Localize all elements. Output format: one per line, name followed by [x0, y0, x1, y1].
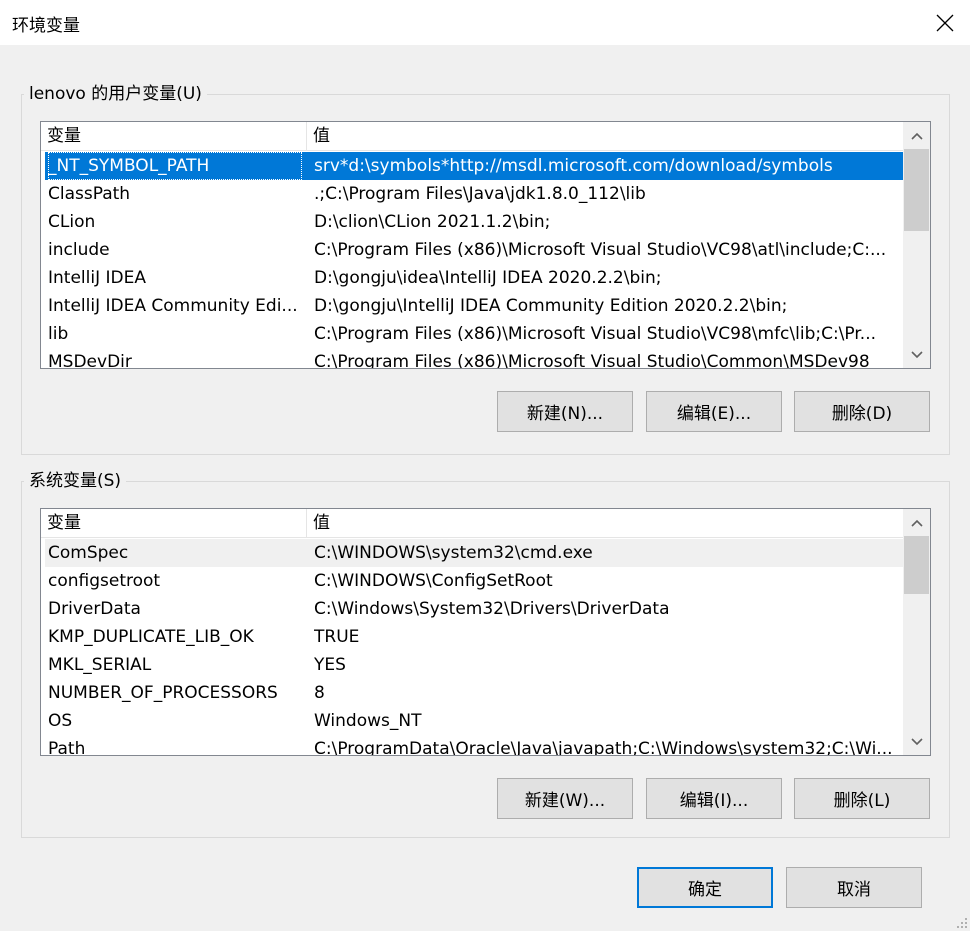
table-row[interactable]: CLion D:\clion\CLion 2021.1.2\bin;	[45, 208, 903, 236]
chevron-up-icon	[910, 519, 923, 527]
table-row[interactable]: DriverData C:\Windows\System32\Drivers\Dr…	[45, 595, 903, 623]
variable-value-cell: C:\Program Files (x86)\Microsoft Visual …	[314, 324, 877, 344]
variable-value-cell: C:\ProgramData\Oracle\Java\javapath;C:\W…	[314, 739, 893, 756]
variable-name-cell: configsetroot	[48, 571, 161, 591]
table-row[interactable]: include C:\Program Files (x86)\Microsoft …	[45, 236, 903, 264]
variable-value-cell: srv*d:\symbols*http://msdl.microsoft.com…	[314, 156, 833, 176]
close-icon	[936, 14, 954, 31]
chevron-down-icon	[910, 350, 923, 358]
table-row[interactable]: MSDevDir C:\Program Files (x86)\Microsoft…	[45, 348, 903, 369]
table-row[interactable]: IntelliJ IDEA Community Edi... D:\gongju\…	[45, 292, 903, 320]
variable-name-cell: OS	[48, 711, 73, 731]
system-delete-button[interactable]: 删除(L)	[794, 778, 930, 819]
user-edit-button[interactable]: 编辑(E)...	[646, 391, 782, 432]
variable-name-cell: lib	[48, 324, 69, 344]
user-delete-button[interactable]: 删除(D)	[794, 391, 930, 432]
variable-name-cell: IntelliJ IDEA	[48, 268, 146, 288]
table-row[interactable]: OS Windows_NT	[45, 707, 903, 735]
user-vars-scrollbar[interactable]	[903, 122, 930, 368]
column-header-value[interactable]: 值	[307, 509, 903, 537]
table-row[interactable]: configsetroot C:\WINDOWS\ConfigSetRoot	[45, 567, 903, 595]
scroll-up-button[interactable]	[903, 509, 930, 536]
chevron-down-icon	[910, 737, 923, 745]
table-row[interactable]: Path C:\ProgramData\Oracle\Java\javapath;…	[45, 735, 903, 756]
user-vars-group-label: lenovo 的用户变量(U)	[24, 83, 207, 105]
cancel-button[interactable]: 取消	[786, 867, 922, 908]
variable-value-cell: YES	[314, 655, 346, 675]
user-vars-list-header: 变量 值	[41, 122, 903, 151]
variable-value-cell: C:\Windows\System32\Drivers\DriverData	[314, 599, 670, 619]
close-button[interactable]	[920, 0, 970, 45]
variable-value-cell: C:\WINDOWS\system32\cmd.exe	[314, 543, 593, 563]
variable-value-cell: D:\gongju\IntelliJ IDEA Community Editio…	[314, 296, 788, 316]
variable-value-cell: D:\clion\CLion 2021.1.2\bin;	[314, 212, 551, 232]
system-vars-scrollbar[interactable]	[903, 509, 930, 755]
variable-name-cell: _NT_SYMBOL_PATH	[48, 152, 302, 180]
chevron-up-icon	[910, 132, 923, 140]
table-row[interactable]: KMP_DUPLICATE_LIB_OK TRUE	[45, 623, 903, 651]
column-header-name[interactable]: 变量	[41, 509, 307, 537]
table-row[interactable]: MKL_SERIAL YES	[45, 651, 903, 679]
variable-value-cell: C:\Program Files (x86)\Microsoft Visual …	[314, 240, 887, 260]
variable-value-cell: TRUE	[314, 627, 360, 647]
title-bar: 环境变量	[0, 0, 970, 45]
system-vars-group-label: 系统变量(S)	[24, 470, 127, 492]
system-vars-list[interactable]: 变量 值 ComSpec C:\WINDOWS\system32\cmd.exe c…	[40, 508, 931, 756]
variable-value-cell: 8	[314, 683, 325, 703]
user-vars-list[interactable]: 变量 值 _NT_SYMBOL_PATH srv*d:\symbols*http:…	[40, 121, 931, 369]
variable-value-cell: C:\WINDOWS\ConfigSetRoot	[314, 571, 553, 591]
user-new-button[interactable]: 新建(N)...	[497, 391, 633, 432]
system-vars-list-header: 变量 值	[41, 509, 903, 538]
variable-value-cell: .;C:\Program Files\Java\jdk1.8.0_112\lib	[314, 184, 646, 204]
variable-name-cell: KMP_DUPLICATE_LIB_OK	[48, 627, 254, 647]
system-new-button[interactable]: 新建(W)...	[497, 778, 633, 819]
scroll-thumb[interactable]	[904, 536, 929, 594]
table-row[interactable]: NUMBER_OF_PROCESSORS 8	[45, 679, 903, 707]
scroll-down-button[interactable]	[903, 341, 930, 368]
variable-name-cell: ClassPath	[48, 184, 131, 204]
resize-grip-icon[interactable]	[954, 915, 968, 929]
column-header-value[interactable]: 值	[307, 122, 903, 150]
variable-name-cell: MKL_SERIAL	[48, 655, 152, 675]
variable-value-cell: D:\gongju\idea\IntelliJ IDEA 2020.2.2\bi…	[314, 268, 662, 288]
variable-name-cell: Path	[48, 739, 86, 756]
table-row[interactable]: IntelliJ IDEA D:\gongju\idea\IntelliJ IDE…	[45, 264, 903, 292]
column-header-name[interactable]: 变量	[41, 122, 307, 150]
system-vars-rows: ComSpec C:\WINDOWS\system32\cmd.exe config…	[45, 539, 903, 756]
window-title: 环境变量	[12, 16, 80, 36]
system-edit-button[interactable]: 编辑(I)...	[646, 778, 782, 819]
variable-value-cell: Windows_NT	[314, 711, 422, 731]
scroll-thumb[interactable]	[904, 149, 929, 231]
scroll-down-button[interactable]	[903, 728, 930, 755]
variable-name-cell: NUMBER_OF_PROCESSORS	[48, 683, 278, 703]
variable-name-cell: DriverData	[48, 599, 141, 619]
variable-name-cell: CLion	[48, 212, 96, 232]
table-row[interactable]: ClassPath .;C:\Program Files\Java\jdk1.8.…	[45, 180, 903, 208]
table-row[interactable]: _NT_SYMBOL_PATH srv*d:\symbols*http://msd…	[45, 152, 903, 180]
user-vars-rows: _NT_SYMBOL_PATH srv*d:\symbols*http://msd…	[45, 152, 903, 369]
scroll-up-button[interactable]	[903, 122, 930, 149]
table-row[interactable]: ComSpec C:\WINDOWS\system32\cmd.exe	[45, 539, 903, 567]
variable-name-cell: IntelliJ IDEA Community Edi...	[48, 296, 298, 316]
variable-value-cell: C:\Program Files (x86)\Microsoft Visual …	[314, 352, 870, 369]
ok-button[interactable]: 确定	[637, 867, 773, 908]
variable-name-cell: MSDevDir	[48, 352, 132, 369]
variable-name-cell: ComSpec	[48, 543, 129, 563]
table-row[interactable]: lib C:\Program Files (x86)\Microsoft Visu…	[45, 320, 903, 348]
variable-name-cell: include	[48, 240, 110, 260]
